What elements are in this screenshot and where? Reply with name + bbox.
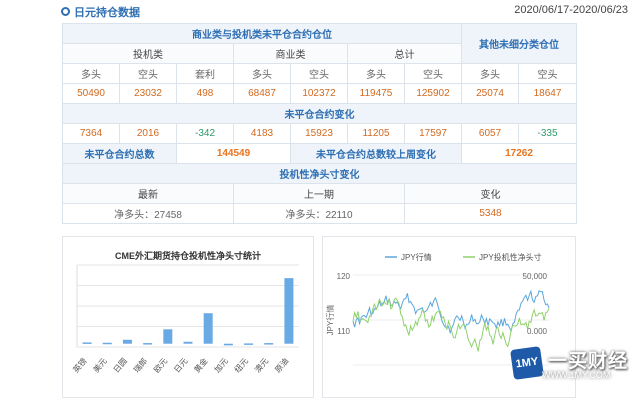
- oi-week-change-value: 17262: [461, 143, 578, 164]
- change-cell: 17597: [403, 123, 463, 144]
- column-header: 多头: [347, 63, 405, 84]
- bar: [244, 343, 254, 345]
- x-tick-label: 日圆: [112, 357, 129, 375]
- table-row: 50490 23032 498 68487 102372 119475 1259…: [62, 83, 578, 104]
- bar: [122, 339, 132, 344]
- x-tick-label: 美元: [91, 356, 109, 375]
- prev-label: 上一期: [233, 183, 405, 204]
- bar: [183, 341, 193, 344]
- column-header: 多头: [62, 63, 120, 84]
- y-tick-label-left: 110: [337, 327, 350, 336]
- prev-value: 净多头：22110: [233, 203, 405, 224]
- table-row: 7364 2016 -342 4183 15923 11205 17597 60…: [62, 123, 578, 144]
- oi-total-label: 未平仓合约总数: [62, 143, 177, 164]
- column-header: 空头: [518, 63, 578, 84]
- prev-value-text: 净多头：22110: [285, 210, 353, 221]
- legend-label: JPY行情: [401, 252, 432, 262]
- bar: [264, 343, 274, 345]
- table-cell: 18647: [518, 83, 578, 104]
- y-tick-label-left: 120: [337, 272, 351, 281]
- table-cell: 119475: [347, 83, 405, 104]
- bar: [82, 342, 92, 344]
- x-tick-label: 日元: [172, 357, 189, 375]
- x-tick-label: 英镑: [71, 356, 89, 375]
- change-cell: 7364: [62, 123, 120, 144]
- logo-url: WWW.1MY.COM: [542, 370, 611, 380]
- logo-badge: 1MY: [510, 346, 544, 380]
- change-cell: -335: [518, 123, 578, 144]
- x-tick-label: 纽元: [232, 356, 250, 375]
- table-row: 净多头：27458 净多头：22110 5348: [62, 203, 578, 224]
- page: 日元持仓数据 2020/06/17-2020/06/23 商业类与投机类未平仓合…: [0, 0, 640, 400]
- table-cell: 125902: [403, 83, 463, 104]
- section-title-net-spec: 投机性净头寸变化: [61, 163, 578, 184]
- bar: [203, 313, 213, 344]
- x-tick-label: 欧元: [151, 356, 169, 375]
- bar: [223, 343, 233, 346]
- y-tick-label-right: 0.000: [527, 327, 548, 336]
- table-cell: 25074: [461, 83, 520, 104]
- column-header: 空头: [119, 63, 177, 84]
- latest-value: 净多头：27458: [62, 203, 234, 224]
- change-cell: 2016: [119, 123, 177, 144]
- oi-week-change-label: 未平仓合约总数较上周变化: [289, 143, 463, 164]
- column-header: 空头: [290, 63, 348, 84]
- group-header-other: 其他未细分类仓位: [461, 23, 578, 64]
- change-cell: 11205: [347, 123, 405, 144]
- table-cell: 50490: [62, 83, 120, 104]
- series-line-jpy-net-position: [352, 297, 550, 352]
- positions-table: 商业类与投机类未平仓合约仓位 其他未细分类仓位 投机类 商业类 总计 多头 空头…: [61, 23, 578, 224]
- change-cell: 4183: [233, 123, 291, 144]
- latest-label: 最新: [62, 183, 234, 204]
- change-cell: -342: [176, 123, 234, 144]
- table-cell: 23032: [119, 83, 177, 104]
- change-label: 变化: [403, 183, 578, 204]
- column-header: 多头: [461, 63, 520, 84]
- change-cell: 15923: [290, 123, 348, 144]
- x-tick-label: 原油: [272, 356, 290, 375]
- date-range: 2020/06/17-2020/06/23: [514, 4, 628, 16]
- column-header: 空头: [403, 63, 463, 84]
- site-logo: 1MY 一买财经 WWW.1MY.COM: [510, 346, 634, 396]
- change-cell: 6057: [461, 123, 520, 144]
- net-position-bar-chart: CME外汇期货持仓投机性净头寸统计 英镑 美元 日圆 瑞郎 欧元 日元 黄金 加元 纽元 澳元 原油: [62, 236, 314, 398]
- group-header-commercial-spec: 商业类与投机类未平仓合约仓位: [61, 23, 463, 44]
- column-header: 多头: [233, 63, 291, 84]
- bar: [102, 342, 112, 345]
- table-cell: 498: [176, 83, 234, 104]
- category-total: 总计: [346, 43, 463, 64]
- oi-total-value: 144549: [176, 143, 291, 164]
- section-title-oi-change: 未平仓合约变化: [61, 103, 578, 124]
- page-title: 日元持仓数据: [74, 7, 140, 19]
- category-speculative: 投机类: [62, 43, 234, 64]
- y-axis-label: JPY行情: [325, 305, 335, 336]
- x-tick-label: 澳元: [252, 356, 270, 375]
- x-tick-label: 加元: [212, 356, 230, 375]
- bar: [163, 329, 173, 344]
- table-cell: 102372: [290, 83, 348, 104]
- bar: [284, 278, 294, 344]
- legend-label: JPY投机性净头寸: [479, 252, 542, 262]
- y-tick-label-right: 50,000: [523, 272, 548, 281]
- header: 日元持仓数据 2020/06/17-2020/06/23: [60, 3, 628, 21]
- x-tick-label: 黄金: [192, 356, 210, 375]
- circle-icon: [61, 7, 70, 16]
- series-line-jpy-price: [352, 289, 550, 335]
- column-header: 套利: [176, 63, 234, 84]
- chart-title: CME外汇期货持仓投机性净头寸统计: [114, 251, 261, 261]
- latest-value-text: 净多头：27458: [114, 210, 182, 221]
- change-value: 5348: [403, 203, 578, 224]
- category-commercial: 商业类: [233, 43, 348, 64]
- bar: [143, 343, 153, 345]
- logo-name: 一买财经: [548, 351, 629, 372]
- x-tick-label: 瑞郎: [131, 356, 149, 375]
- table-cell: 68487: [233, 83, 291, 104]
